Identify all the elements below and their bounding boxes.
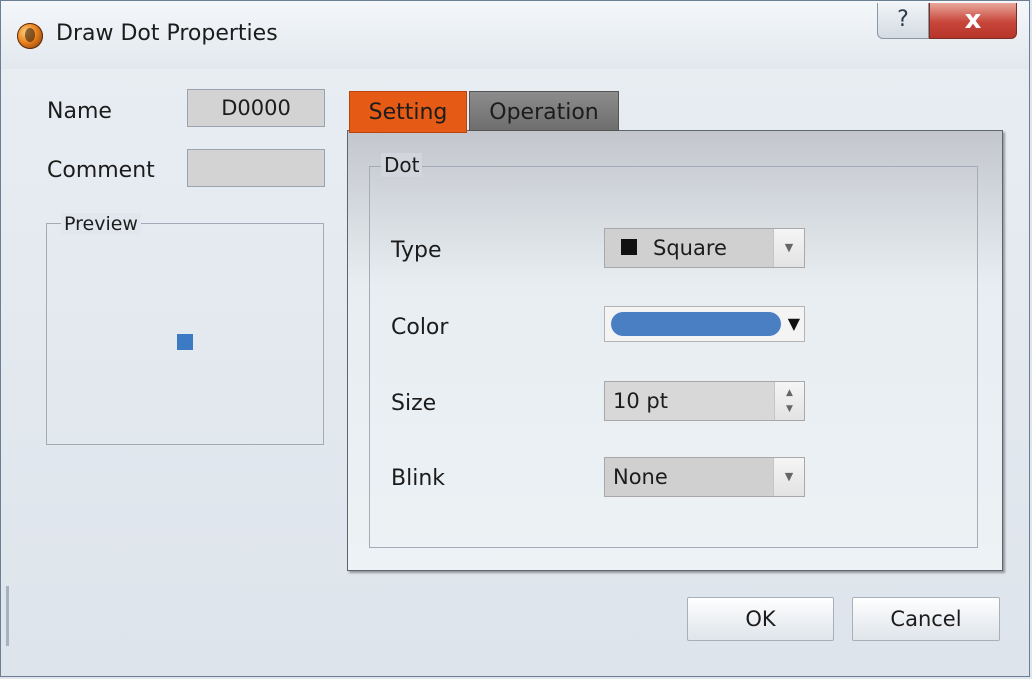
app-icon [17, 23, 43, 49]
blink-label: Blink [391, 466, 446, 491]
tab-setting[interactable]: Setting [349, 91, 467, 133]
preview-label: Preview [61, 213, 141, 235]
blink-value: None [613, 465, 668, 489]
color-label: Color [391, 315, 449, 340]
type-value: Square [653, 236, 727, 260]
size-spinner[interactable]: 10 pt ▲ ▼ [604, 381, 805, 421]
comment-label: Comment [47, 158, 155, 183]
close-button[interactable]: x [929, 3, 1017, 39]
comment-field[interactable] [187, 149, 325, 187]
window-title: Draw Dot Properties [56, 21, 278, 46]
type-label: Type [391, 238, 442, 263]
dot-group-label: Dot [381, 153, 423, 177]
square-swatch-icon [621, 239, 637, 255]
dialog-window: Draw Dot Properties ? x Name D0000 Comme… [0, 0, 1030, 677]
dropdown-arrow-icon[interactable]: ▼ [773, 458, 804, 496]
title-bar[interactable]: Draw Dot Properties [1, 1, 1029, 69]
dropdown-arrow-icon[interactable]: ▼ [788, 312, 800, 336]
name-label: Name [47, 99, 112, 124]
color-swatch [611, 312, 781, 336]
blink-dropdown[interactable]: None ▼ [604, 457, 805, 497]
dropdown-arrow-icon[interactable]: ▼ [773, 229, 804, 267]
name-field[interactable]: D0000 [187, 89, 325, 127]
type-dropdown[interactable]: Square ▼ [604, 228, 805, 268]
tab-operation[interactable]: Operation [469, 91, 619, 131]
ok-button[interactable]: OK [687, 597, 834, 641]
size-value: 10 pt [613, 389, 668, 413]
window-edge-decoration [6, 586, 9, 646]
cancel-button[interactable]: Cancel [852, 597, 1000, 641]
color-picker[interactable]: ▼ [604, 306, 805, 342]
spinner-arrows-icon[interactable]: ▲ ▼ [774, 382, 804, 420]
help-button[interactable]: ? [877, 3, 929, 39]
preview-dot [177, 334, 193, 350]
size-label: Size [391, 391, 437, 416]
